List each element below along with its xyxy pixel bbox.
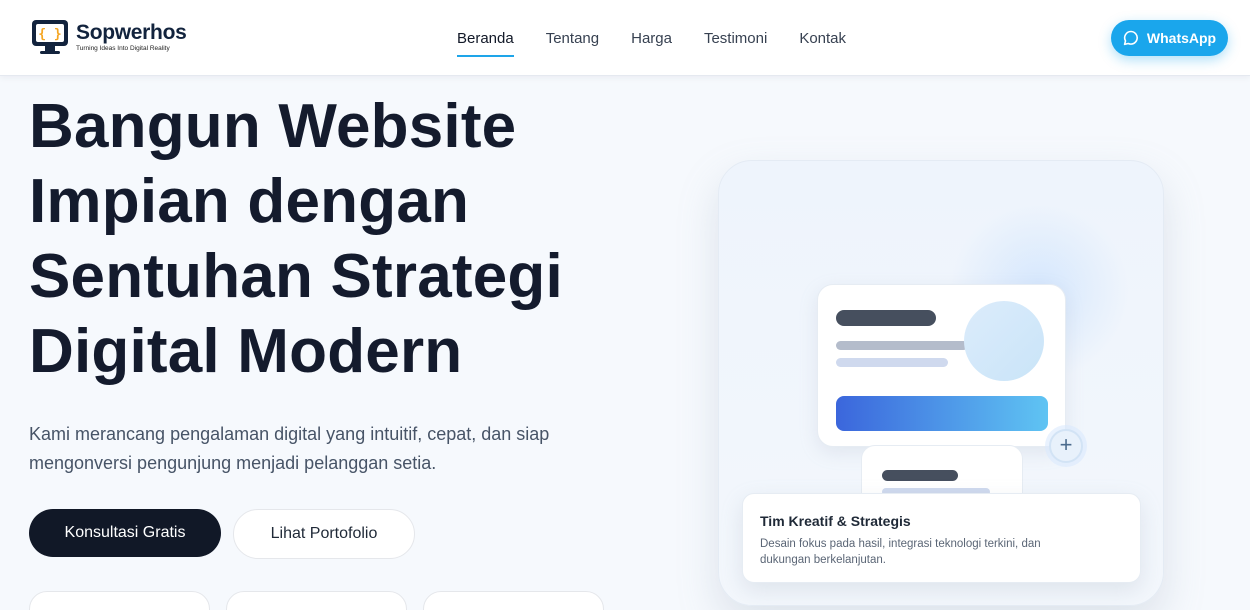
hero-title-line: Bangun Website	[29, 92, 517, 161]
site-header: { } Sopwerhos Turning Ideas Into Digital…	[0, 0, 1250, 76]
placeholder-bar	[836, 310, 936, 326]
nav-link-testimoni[interactable]: Testimoni	[704, 0, 767, 76]
nav-link-beranda[interactable]: Beranda	[457, 0, 514, 76]
team-info-card: Tim Kreatif & Strategis Desain fokus pad…	[742, 493, 1141, 583]
stat-card	[226, 591, 407, 610]
hero-subtitle-line: Kami merancang pengalaman digital yang i…	[29, 424, 550, 444]
whatsapp-button[interactable]: WhatsApp	[1111, 20, 1228, 56]
consultation-button[interactable]: Konsultasi Gratis	[29, 509, 221, 557]
nav-link-tentang[interactable]: Tentang	[546, 0, 599, 76]
chat-bubble-icon	[1123, 30, 1138, 46]
nav-link-harga[interactable]: Harga	[631, 0, 672, 76]
hero-title-line: Sentuhan Strategi	[29, 242, 563, 311]
team-card-description: Desain fokus pada hasil, integrasi tekno…	[760, 536, 1100, 568]
hero-title-line: Digital Modern	[29, 317, 463, 386]
hero-title: Bangun Website Impian dengan Sentuhan St…	[29, 89, 649, 389]
placeholder-avatar	[964, 301, 1044, 381]
placeholder-bar	[882, 470, 958, 481]
plus-icon: +	[1049, 429, 1083, 463]
stat-card	[29, 591, 210, 610]
brand-logo[interactable]: { } Sopwerhos Turning Ideas Into Digital…	[30, 17, 187, 57]
brand-tagline: Turning Ideas Into Digital Reality	[76, 44, 170, 52]
brand-name: Sopwerhos	[76, 20, 187, 44]
team-card-description-line: Desain fokus pada hasil, integrasi tekno…	[760, 538, 1041, 550]
hero-title-line: Impian dengan	[29, 167, 470, 236]
hero-illustration: + Tim Kreatif & Strategis Desain fokus p…	[718, 160, 1164, 606]
monitor-braces-icon: { }	[30, 17, 70, 57]
hero-subtitle-line: mengonversi pengunjung menjadi pelanggan…	[29, 453, 437, 473]
team-card-title: Tim Kreatif & Strategis	[760, 513, 911, 529]
svg-text:{ }: { }	[38, 27, 61, 42]
nav-link-kontak[interactable]: Kontak	[799, 0, 846, 76]
mockup-card	[817, 284, 1066, 447]
team-card-description-line: dukungan berkelanjutan.	[760, 554, 886, 566]
placeholder-bar	[836, 358, 948, 367]
portfolio-button[interactable]: Lihat Portofolio	[233, 509, 415, 559]
whatsapp-label: WhatsApp	[1146, 30, 1217, 46]
placeholder-bar	[836, 341, 968, 350]
main-nav: Beranda Tentang Harga Testimoni Kontak	[457, 0, 878, 76]
placeholder-gradient-bar	[836, 396, 1048, 431]
stat-card	[423, 591, 604, 610]
hero-subtitle: Kami merancang pengalaman digital yang i…	[29, 420, 629, 478]
